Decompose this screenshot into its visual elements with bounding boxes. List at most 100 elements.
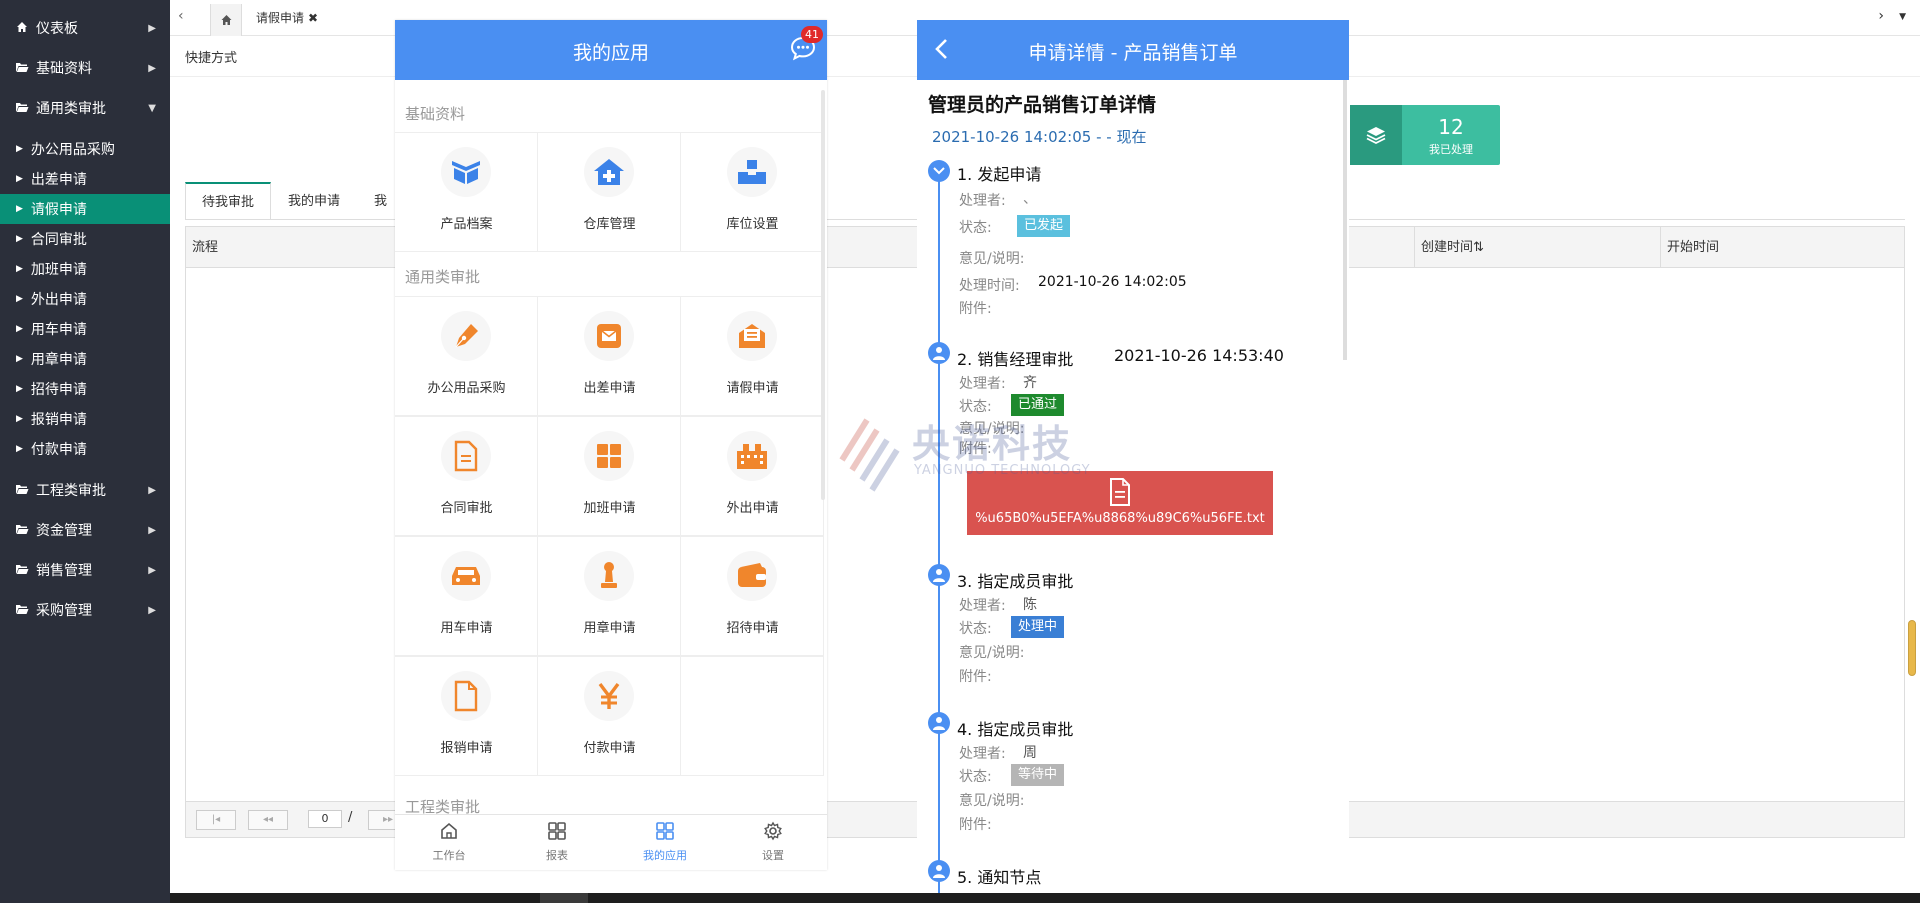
app-leave-request[interactable]: 请假申请: [681, 296, 824, 416]
sidebar-item-purchase-management[interactable]: 采购管理 ▶: [0, 590, 170, 630]
attachment-file-button[interactable]: %u65B0%u5EFA%u8868%u89C6%u56FE.txt: [967, 471, 1273, 535]
sidebar-item-general-approval[interactable]: 通用类审批 ▼: [0, 88, 170, 128]
app-payment-request[interactable]: 付款申请: [538, 656, 681, 776]
scrollbar[interactable]: [1343, 80, 1347, 360]
app-business-trip[interactable]: 出差申请: [538, 296, 681, 416]
sidebar-sub-label: 报销申请: [30, 412, 87, 428]
nav-label: 工作台: [432, 849, 466, 862]
opinion-label: 意见/说明:: [959, 645, 1025, 661]
first-page-button[interactable]: |◂: [196, 810, 236, 830]
app-reception-request[interactable]: 招待申请: [681, 536, 824, 656]
mail-open-icon: [727, 311, 777, 361]
detail-header: 申请详情 - 产品销售订单: [917, 20, 1349, 80]
triangle-right-icon: ▶: [16, 294, 23, 304]
sidebar-sub-office-purchase[interactable]: ▶ 办公用品采购: [0, 134, 170, 164]
grid-outline-icon: [548, 822, 566, 840]
status-badge: 已通过: [1011, 394, 1065, 416]
triangle-right-icon: ▶: [16, 324, 23, 334]
yen-icon: [584, 671, 634, 721]
triangle-right-icon: ▶: [16, 204, 23, 214]
layers-icon: [1350, 105, 1402, 165]
sidebar-sub-business-trip[interactable]: ▶ 出差申请: [0, 164, 170, 194]
tab-pending-approval[interactable]: 待我审批: [185, 182, 272, 220]
nav-workbench[interactable]: 工作台: [395, 821, 503, 863]
app-reimbursement-request[interactable]: 报销申请: [395, 656, 538, 776]
wallet-icon: [727, 551, 777, 601]
sidebar-sub-reimbursement[interactable]: ▶ 报销申请: [0, 404, 170, 434]
sidebar-sub-vehicle[interactable]: ▶ 用车申请: [0, 314, 170, 344]
nav-reports[interactable]: 报表: [503, 821, 611, 863]
app-outing-request[interactable]: 外出申请: [681, 416, 824, 536]
column-header-label: 创建时间: [1421, 240, 1474, 255]
tab-leave-request[interactable]: 请假申请 ✖: [256, 9, 318, 26]
nav-my-apps[interactable]: 我的应用: [611, 821, 719, 863]
app-label: 付款申请: [583, 741, 636, 756]
nav-settings[interactable]: 设置: [719, 821, 827, 863]
tab-my-applications[interactable]: 我的申请: [271, 182, 357, 220]
scroll-tabs-right-button[interactable]: ›: [1878, 8, 1884, 24]
triangle-right-icon: ▶: [16, 414, 23, 424]
app-label: 仓库管理: [583, 217, 636, 232]
home-tab-button[interactable]: [210, 4, 242, 36]
app-office-supplies-purchase[interactable]: 办公用品采购: [395, 296, 538, 416]
my-apps-panel: 我的应用 41 基础资料 产品档案 仓库管理 库位设置 通用类审批 办公用品采购…: [395, 20, 827, 870]
close-icon[interactable]: ✖: [308, 11, 318, 25]
chevron-down-icon[interactable]: [928, 160, 950, 182]
handler-value: 齐: [1023, 375, 1037, 391]
user-icon: [928, 564, 950, 586]
handler-label: 处理者:: [959, 193, 1006, 209]
app-overtime-request[interactable]: 加班申请: [538, 416, 681, 536]
page-number-input[interactable]: 0: [308, 810, 342, 828]
column-header-start-time[interactable]: 开始时间: [1660, 227, 1906, 268]
app-seal-request[interactable]: 用章申请: [538, 536, 681, 656]
pen-icon: [441, 311, 491, 361]
sidebar-item-sales-management[interactable]: 销售管理 ▶: [0, 550, 170, 590]
handler-value: 陈: [1023, 597, 1037, 613]
column-header-created-time[interactable]: 创建时间⇅: [1414, 227, 1660, 268]
folder-open-icon: [14, 101, 30, 116]
sidebar-sub-payment[interactable]: ▶ 付款申请: [0, 434, 170, 464]
handler-value: 、: [1023, 191, 1037, 207]
scroll-tabs-left-button[interactable]: ‹: [178, 8, 184, 24]
my-apps-header: 我的应用 41: [395, 20, 827, 80]
processed-time-label: 处理时间:: [959, 278, 1020, 294]
app-vehicle-request[interactable]: 用车申请: [395, 536, 538, 656]
app-product-archive[interactable]: 产品档案: [395, 132, 538, 252]
sidebar-item-engineering-approval[interactable]: 工程类审批 ▶: [0, 470, 170, 510]
page-separator: /: [348, 810, 353, 825]
sidebar-sub-outing[interactable]: ▶ 外出申请: [0, 284, 170, 314]
tab-options-button[interactable]: ▼: [1899, 12, 1906, 22]
prev-page-button[interactable]: ◂◂: [248, 810, 288, 830]
car-icon: [441, 551, 491, 601]
box-icon: [441, 147, 491, 197]
sort-icon[interactable]: ⇅: [1473, 240, 1484, 255]
detail-title: 申请详情 - 产品销售订单: [1028, 42, 1238, 64]
chevron-right-icon: ▶: [148, 604, 156, 616]
scrollbar[interactable]: [821, 90, 825, 500]
column-header-flow[interactable]: 流程: [186, 227, 218, 268]
user-icon: [928, 712, 950, 734]
building-icon: [727, 431, 777, 481]
sidebar-sub-contract[interactable]: ▶ 合同审批: [0, 224, 170, 254]
page-scroll-handle[interactable]: [1908, 620, 1916, 676]
sidebar-sub-leave-request[interactable]: ▶ 请假申请: [0, 194, 170, 224]
sidebar-sub-seal[interactable]: ▶ 用章申请: [0, 344, 170, 374]
processed-stat-card[interactable]: 12 我已处理: [1350, 105, 1500, 165]
sidebar-item-fund-management[interactable]: 资金管理 ▶: [0, 510, 170, 550]
basic-data-grid: 产品档案 仓库管理 库位设置: [395, 132, 827, 253]
envelope-icon: [584, 311, 634, 361]
sidebar-sub-label: 出差申请: [30, 172, 87, 188]
sidebar-sub-reception[interactable]: ▶ 招待申请: [0, 374, 170, 404]
sidebar-sub-overtime[interactable]: ▶ 加班申请: [0, 254, 170, 284]
step-title: 4. 指定成员审批: [957, 720, 1074, 739]
sidebar-item-dashboard[interactable]: 仪表板 ▶: [0, 8, 170, 48]
sidebar-item-label: 基础资料: [36, 61, 92, 77]
folder-open-icon: [14, 603, 30, 618]
taskbar-item[interactable]: [540, 893, 588, 903]
app-location-settings[interactable]: 库位设置: [681, 132, 824, 252]
triangle-right-icon: ▶: [16, 384, 23, 394]
sidebar-item-basic-data[interactable]: 基础资料 ▶: [0, 48, 170, 88]
app-warehouse-management[interactable]: 仓库管理: [538, 132, 681, 252]
app-contract-approval[interactable]: 合同审批: [395, 416, 538, 536]
sidebar-sub-label: 用章申请: [30, 352, 87, 368]
